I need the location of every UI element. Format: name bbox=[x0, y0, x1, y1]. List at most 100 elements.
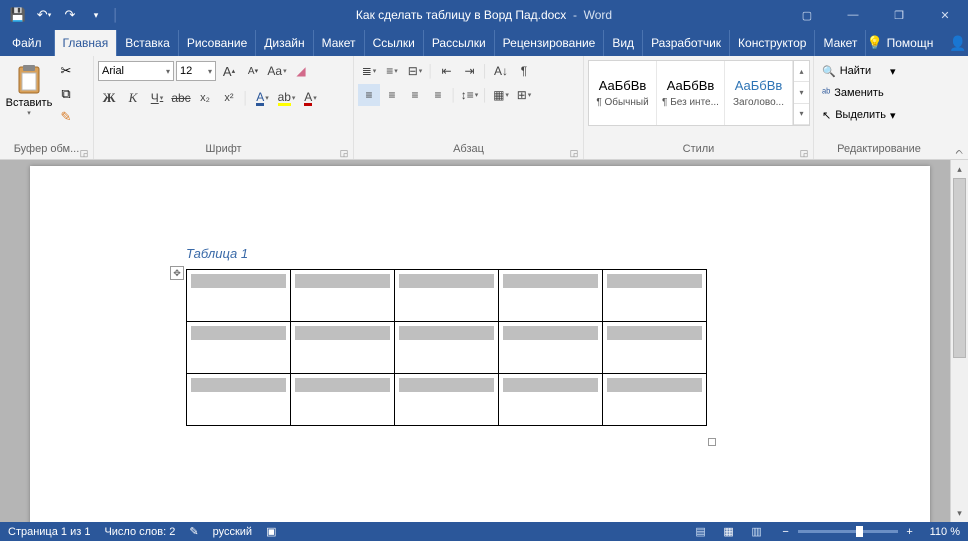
web-layout-icon[interactable]: ▥ bbox=[748, 525, 766, 538]
justify-icon[interactable]: ≡ bbox=[427, 84, 449, 106]
styles-scroll-down-icon[interactable]: ▾ bbox=[794, 82, 809, 103]
zoom-out-icon[interactable]: − bbox=[780, 526, 792, 538]
find-button[interactable]: 🔍 Найти▾ bbox=[818, 61, 900, 81]
vertical-scrollbar[interactable]: ▴ ▾ bbox=[950, 160, 968, 522]
tab-layout[interactable]: Макет bbox=[314, 30, 365, 56]
superscript-button[interactable]: x² bbox=[218, 87, 240, 109]
undo-icon[interactable]: ↶▾ bbox=[32, 3, 56, 27]
style-heading1[interactable]: АаБбВв Заголово... bbox=[725, 61, 793, 125]
copy-icon[interactable]: ⧉ bbox=[56, 84, 76, 104]
align-right-icon[interactable]: ≡ bbox=[404, 84, 426, 106]
share-icon[interactable]: 👤 bbox=[949, 35, 966, 52]
tell-me-bulb-icon[interactable]: 💡 bbox=[866, 35, 882, 51]
zoom-level[interactable]: 110 % bbox=[930, 526, 960, 538]
table-move-handle-icon[interactable]: ✥ bbox=[170, 266, 184, 280]
table-resize-handle-icon[interactable] bbox=[708, 438, 716, 446]
grow-font-icon[interactable]: A▴ bbox=[218, 60, 240, 82]
tab-review[interactable]: Рецензирование bbox=[495, 30, 605, 56]
format-painter-icon[interactable]: ✎ bbox=[56, 107, 76, 127]
scroll-up-icon[interactable]: ▴ bbox=[951, 160, 968, 178]
status-word-count[interactable]: Число слов: 2 bbox=[104, 526, 175, 538]
styles-gallery[interactable]: АаБбВв ¶ Обычный АаБбВв ¶ Без инте... Аа… bbox=[588, 60, 810, 126]
styles-scroll-up-icon[interactable]: ▴ bbox=[794, 61, 809, 82]
tab-table-layout[interactable]: Макет bbox=[815, 30, 866, 56]
line-spacing-icon[interactable]: ↕≡▾ bbox=[459, 84, 481, 106]
tell-me-label[interactable]: Помощн bbox=[887, 36, 934, 50]
italic-button[interactable]: К bbox=[122, 87, 144, 109]
clipboard-icon bbox=[13, 63, 45, 95]
clear-formatting-icon[interactable]: ◢ bbox=[290, 60, 312, 82]
minimize-icon[interactable]: — bbox=[830, 0, 876, 30]
select-button[interactable]: ↖ Выделить▾ bbox=[818, 105, 900, 125]
tab-view[interactable]: Вид bbox=[604, 30, 643, 56]
zoom-in-icon[interactable]: + bbox=[904, 526, 916, 538]
print-layout-icon[interactable]: ▦ bbox=[720, 525, 738, 538]
close-icon[interactable]: ✕ bbox=[922, 0, 968, 30]
ribbon-display-icon[interactable]: ▢ bbox=[784, 0, 830, 30]
scroll-thumb[interactable] bbox=[953, 178, 966, 358]
tab-home[interactable]: Главная bbox=[55, 30, 118, 56]
search-icon: 🔍 bbox=[822, 65, 836, 78]
subscript-button[interactable]: x₂ bbox=[194, 87, 216, 109]
tab-references[interactable]: Ссылки bbox=[365, 30, 424, 56]
style-no-spacing[interactable]: АаБбВв ¶ Без инте... bbox=[657, 61, 725, 125]
align-left-icon[interactable]: ≡ bbox=[358, 84, 380, 106]
tab-mailings[interactable]: Рассылки bbox=[424, 30, 495, 56]
borders-icon[interactable]: ⊞▾ bbox=[513, 84, 535, 106]
font-size-combo[interactable]: 12▾ bbox=[176, 61, 216, 81]
tab-design[interactable]: Дизайн bbox=[256, 30, 313, 56]
shading-icon[interactable]: ▦▾ bbox=[490, 84, 512, 106]
paste-button[interactable]: Вставить ▾ bbox=[4, 59, 54, 117]
clipboard-dialog-launcher-icon[interactable]: ◲ bbox=[79, 148, 89, 158]
highlight-icon[interactable]: ab▾ bbox=[276, 87, 298, 109]
multilevel-list-icon[interactable]: ⊟▾ bbox=[404, 60, 426, 82]
replace-button[interactable]: ᵃᵇ Заменить bbox=[818, 83, 900, 103]
sort-icon[interactable]: A↓ bbox=[490, 60, 512, 82]
decrease-indent-icon[interactable]: ⇤ bbox=[436, 60, 458, 82]
status-page[interactable]: Страница 1 из 1 bbox=[8, 526, 90, 538]
group-font-label: Шрифт ◲ bbox=[94, 143, 353, 159]
style-normal[interactable]: АаБбВв ¶ Обычный bbox=[589, 61, 657, 125]
tab-insert[interactable]: Вставка bbox=[117, 30, 179, 56]
status-language[interactable]: русский bbox=[213, 526, 252, 538]
tab-draw[interactable]: Рисование bbox=[179, 30, 256, 56]
document-table[interactable] bbox=[186, 269, 707, 426]
save-icon[interactable]: 💾 bbox=[6, 3, 30, 27]
text-effects-icon[interactable]: A▾ bbox=[252, 87, 274, 109]
document-viewport[interactable]: Таблица 1 ✥ bbox=[0, 160, 950, 522]
qat-customize-icon[interactable]: ▾ bbox=[84, 3, 108, 27]
strikethrough-button[interactable]: abc bbox=[170, 87, 192, 109]
bold-button[interactable]: Ж bbox=[98, 87, 120, 109]
restore-icon[interactable]: ❐ bbox=[876, 0, 922, 30]
align-center-icon[interactable]: ≡ bbox=[381, 84, 403, 106]
font-color-icon[interactable]: A▾ bbox=[300, 87, 322, 109]
table-caption[interactable]: Таблица 1 bbox=[186, 246, 930, 261]
underline-button[interactable]: Ч▾ bbox=[146, 87, 168, 109]
replace-icon: ᵃᵇ bbox=[822, 87, 830, 99]
select-arrow-icon: ↖ bbox=[822, 109, 831, 122]
scroll-down-icon[interactable]: ▾ bbox=[951, 504, 968, 522]
zoom-slider[interactable] bbox=[798, 530, 898, 533]
read-mode-icon[interactable]: ▤ bbox=[692, 525, 710, 538]
page[interactable]: Таблица 1 ✥ bbox=[30, 166, 930, 522]
numbering-icon[interactable]: ≡▾ bbox=[381, 60, 403, 82]
styles-dialog-launcher-icon[interactable]: ◲ bbox=[799, 148, 809, 158]
show-marks-icon[interactable]: ¶ bbox=[513, 60, 535, 82]
tab-table-design[interactable]: Конструктор bbox=[730, 30, 815, 56]
shrink-font-icon[interactable]: A▾ bbox=[242, 60, 264, 82]
font-name-combo[interactable]: Arial▾ bbox=[98, 61, 174, 81]
macro-record-icon[interactable]: ▣ bbox=[266, 525, 276, 538]
redo-icon[interactable]: ↷ bbox=[58, 3, 82, 27]
group-paragraph-label: Абзац ◲ bbox=[354, 143, 583, 159]
spellcheck-icon[interactable]: ✎ bbox=[189, 525, 198, 538]
change-case-icon[interactable]: Aa▾ bbox=[266, 60, 288, 82]
paragraph-dialog-launcher-icon[interactable]: ◲ bbox=[569, 148, 579, 158]
styles-expand-icon[interactable]: ▾ bbox=[794, 104, 809, 125]
tab-file[interactable]: Файл bbox=[0, 30, 55, 56]
cut-icon[interactable]: ✂ bbox=[56, 61, 76, 81]
font-dialog-launcher-icon[interactable]: ◲ bbox=[339, 148, 349, 158]
increase-indent-icon[interactable]: ⇥ bbox=[459, 60, 481, 82]
collapse-ribbon-icon[interactable]: ᨈ bbox=[956, 146, 965, 157]
tab-developer[interactable]: Разработчик bbox=[643, 30, 730, 56]
bullets-icon[interactable]: ≣▾ bbox=[358, 60, 380, 82]
